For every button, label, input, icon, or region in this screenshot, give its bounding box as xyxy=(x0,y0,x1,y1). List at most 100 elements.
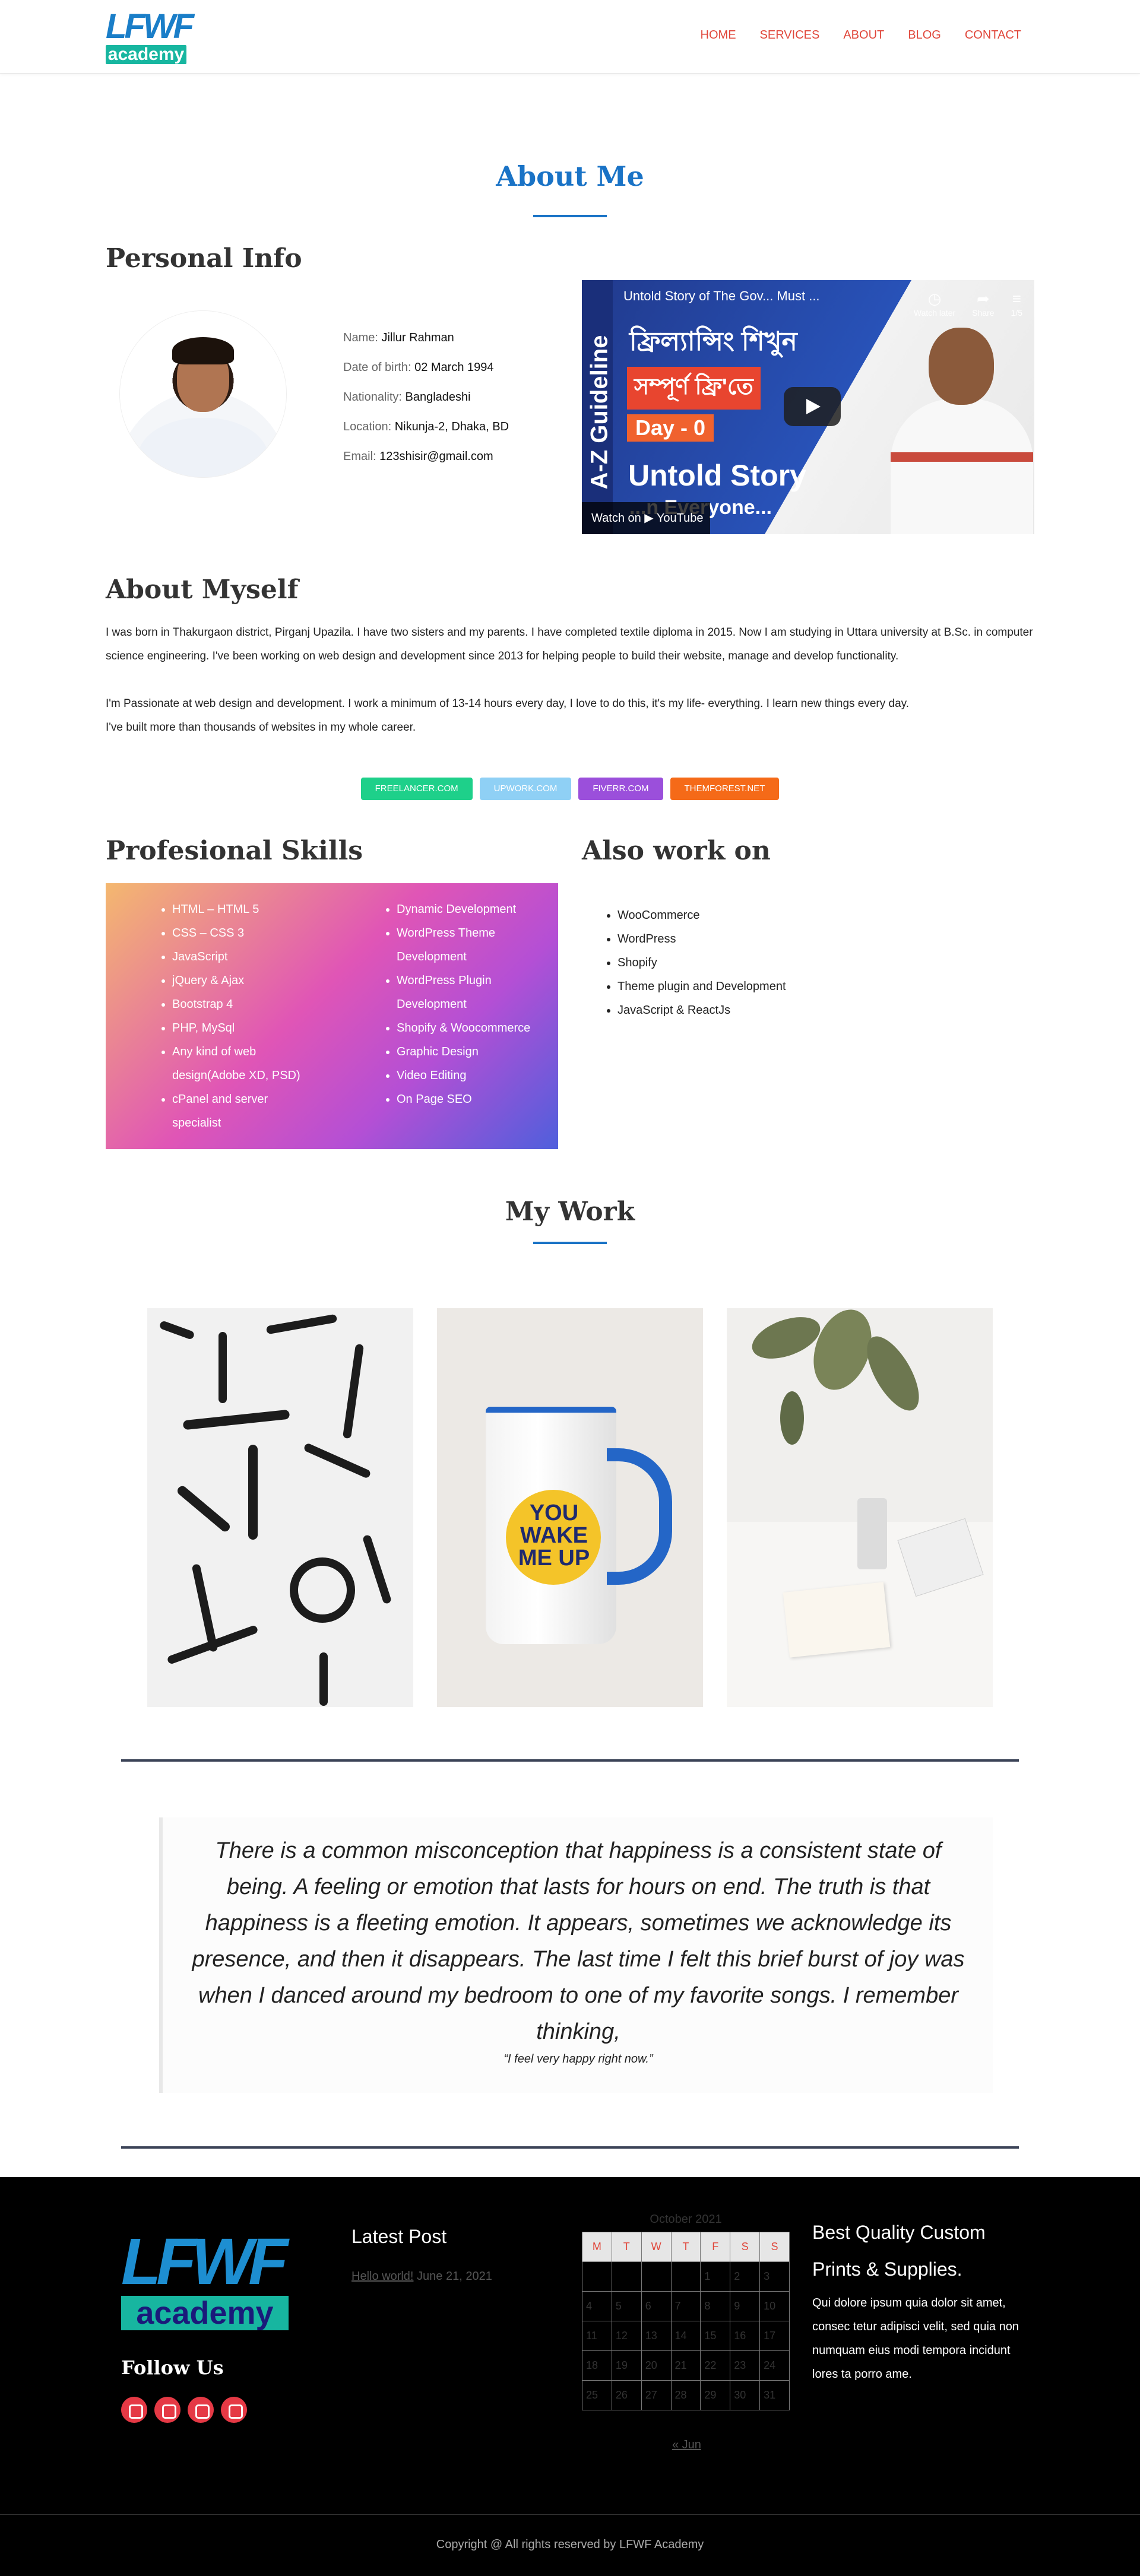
nav-contact[interactable]: CONTACT xyxy=(965,28,1021,42)
info-email: Email: 123shisir@gmail.com xyxy=(343,450,493,463)
watch-later-button[interactable]: ◷ Watch later xyxy=(914,290,955,318)
site-footer: LFWF academy Follow Us Latest Post Hello… xyxy=(0,2177,1140,2576)
instagram-icon[interactable] xyxy=(121,2397,147,2423)
footer-logo-wordmark: LFWF xyxy=(121,2225,288,2298)
divider xyxy=(121,1759,1019,1762)
logo-tagline: academy xyxy=(106,45,186,64)
also-item: JavaScript & ReactJs xyxy=(618,998,786,1022)
skill-item: Bootstrap 4 xyxy=(172,992,314,1016)
skill-item: jQuery & Ajax xyxy=(172,969,314,992)
about-paragraph-1: I was born in Thakurgaon district, Pirga… xyxy=(106,626,1033,662)
portfolio-image-desk[interactable] xyxy=(727,1308,993,1707)
portfolio-image-mug[interactable]: YOU WAKE ME UP xyxy=(437,1308,703,1707)
about-paragraph-3: I've built more than thousands of websit… xyxy=(106,721,416,734)
info-dob: Date of birth: 02 March 1994 xyxy=(343,361,494,374)
site-header: LFWF academy HOME SERVICES ABOUT BLOG CO… xyxy=(0,0,1140,74)
clock-icon: ◷ xyxy=(927,290,942,307)
skill-item: Video Editing xyxy=(397,1064,550,1087)
my-work-underline xyxy=(533,1242,607,1244)
promo-title: Best Quality Custom Prints & Supplies. xyxy=(812,2222,986,2280)
nav-blog[interactable]: BLOG xyxy=(908,28,941,42)
follow-us-title: Follow Us xyxy=(121,2356,224,2379)
social-icons xyxy=(121,2397,247,2423)
twitter-icon[interactable] xyxy=(154,2397,180,2423)
skill-item: PHP, MySql xyxy=(172,1016,314,1040)
personal-info-title: Personal Info xyxy=(106,243,302,274)
skill-item: Graphic Design xyxy=(397,1040,550,1064)
about-myself-title: About Myself xyxy=(106,575,299,605)
video-banner-line1: ফ্রিল্যান্সিং শিখুন xyxy=(629,327,797,356)
playlist-button[interactable]: ≡ 1/5 xyxy=(1011,290,1022,318)
themeforest-button[interactable]: THEMFOREST.NET xyxy=(670,778,780,800)
about-title: About Me xyxy=(496,160,644,192)
footer-divider xyxy=(0,2514,1140,2515)
latest-post-title: Latest Post xyxy=(352,2226,447,2247)
video-day-label: Day - 0 xyxy=(627,414,714,442)
youtube-video-embed[interactable]: A-Z Guideline Untold Story of The Gov...… xyxy=(582,280,1034,534)
promo-block: Best Quality Custom Prints & Supplies. Q… xyxy=(812,2214,1020,2386)
divider xyxy=(121,2146,1019,2149)
calendar-table: MTWTFSS 123 4 5 6 7 8 9 10 11 12 13 14 15 16 17 18 19… xyxy=(582,2232,790,2410)
skills-list-1: HTML – HTML 5 CSS – CSS 3 JavaScript jQu… xyxy=(159,897,314,1135)
watch-on-youtube-button[interactable]: Watch on ▶ YouTube xyxy=(582,502,710,534)
latest-post-item: Hello world! June 21, 2021 xyxy=(352,2270,492,2283)
calendar-prev-month-link[interactable]: « Jun xyxy=(672,2438,701,2452)
latest-post-link[interactable]: Hello world! xyxy=(352,2270,413,2283)
main-nav: HOME SERVICES ABOUT BLOG CONTACT xyxy=(701,28,1021,42)
facebook-icon[interactable] xyxy=(221,2397,247,2423)
calendar-week: 4 5 6 7 8 9 10 xyxy=(582,2291,790,2321)
video-person-thumbnail xyxy=(891,328,1033,534)
play-icon[interactable] xyxy=(784,387,841,426)
nav-services[interactable]: SERVICES xyxy=(760,28,820,42)
platform-links: FREELANCER.COM UPWORK.COM FIVERR.COM THE… xyxy=(0,778,1140,800)
quote-text: There is a common misconception that hap… xyxy=(192,1838,965,2044)
footer-logo-tagline: academy xyxy=(121,2296,289,2330)
skill-item: Dynamic Development xyxy=(397,897,550,921)
site-logo[interactable]: LFWF academy xyxy=(106,7,194,64)
skills-title: Profesional Skills xyxy=(106,836,363,866)
about-title-underline xyxy=(533,215,607,217)
my-work-title: My Work xyxy=(505,1197,635,1227)
calendar-widget: October 2021 MTWTFSS 123 4 5 6 7 8 9 10 11 12 13… xyxy=(582,2207,790,2410)
nav-home[interactable]: HOME xyxy=(701,28,736,42)
profile-photo xyxy=(120,311,286,477)
linkedin-icon[interactable] xyxy=(188,2397,214,2423)
skill-item: CSS – CSS 3 xyxy=(172,921,314,945)
calendar-week: 11 12 13 14 15 16 17 xyxy=(582,2321,790,2351)
also-item: WordPress xyxy=(618,927,786,951)
calendar-caption: October 2021 xyxy=(650,2213,722,2226)
skill-item: JavaScript xyxy=(172,945,314,969)
video-title[interactable]: Untold Story of The Gov... Must ... xyxy=(623,288,873,304)
quote-citation: “I feel very happy right now.” xyxy=(504,2052,653,2066)
also-work-title: Also work on xyxy=(582,836,771,866)
also-item: WooCommerce xyxy=(618,903,786,927)
also-work-list: WooCommerce WordPress Shopify Theme plug… xyxy=(618,903,786,1022)
video-side-text: A-Z Guideline xyxy=(586,335,613,490)
skills-list-2: Dynamic Development WordPress Theme Deve… xyxy=(384,897,550,1111)
nav-about[interactable]: ABOUT xyxy=(843,28,884,42)
skill-item: HTML – HTML 5 xyxy=(172,897,314,921)
skill-item: Any kind of web design(Adobe XD, PSD) xyxy=(172,1040,314,1087)
portfolio-image-calligraphy[interactable] xyxy=(147,1308,413,1707)
calendar-week: 25 26 27 28 29 30 31 xyxy=(582,2380,790,2410)
fiverr-button[interactable]: FIVERR.COM xyxy=(578,778,663,800)
skills-card: HTML – HTML 5 CSS – CSS 3 JavaScript jQu… xyxy=(106,883,558,1149)
logo-wordmark: LFWF xyxy=(106,7,194,46)
info-location: Location: Nikunja-2, Dhaka, BD xyxy=(343,420,509,433)
info-name: Name: Jillur Rahman xyxy=(343,331,454,344)
upwork-button[interactable]: UPWORK.COM xyxy=(479,778,572,800)
also-item: Theme plugin and Development xyxy=(618,975,786,998)
skill-item: WordPress Plugin Development xyxy=(397,969,550,1016)
playlist-icon: ≡ xyxy=(1012,290,1021,307)
share-button[interactable]: ➦ Share xyxy=(972,290,994,318)
skill-item: WordPress Theme Development xyxy=(397,921,550,969)
video-banner-line2: সম্পূর্ণ ফ্রি'তে xyxy=(627,367,761,410)
info-nationality: Nationality: Bangladeshi xyxy=(343,391,471,404)
promo-text: Qui dolore ipsum quia dolor sit amet, co… xyxy=(812,2296,1019,2381)
video-headline: Untold Story xyxy=(628,459,806,492)
freelancer-button[interactable]: FREELANCER.COM xyxy=(360,778,473,800)
also-item: Shopify xyxy=(618,951,786,975)
blockquote: There is a common misconception that hap… xyxy=(159,1817,993,2093)
copyright-text: Copyright @ All rights reserved by LFWF … xyxy=(436,2538,704,2551)
footer-logo[interactable]: LFWF academy xyxy=(121,2229,289,2330)
